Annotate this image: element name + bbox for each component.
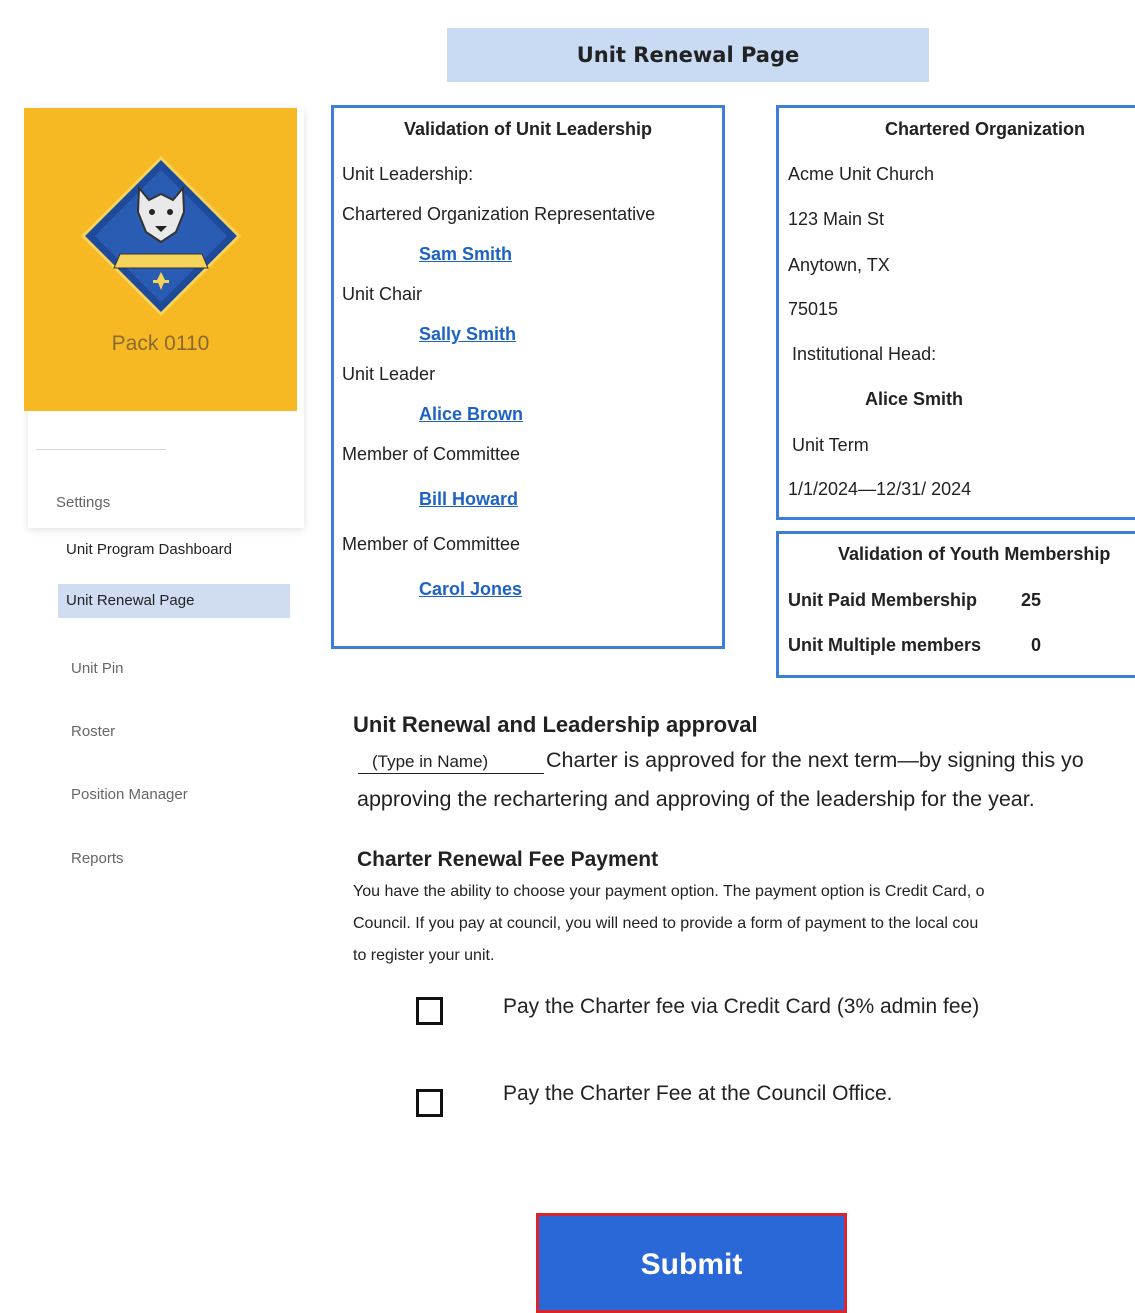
- chartered-org-title: Chartered Organization: [884, 119, 1086, 139]
- page-title: Unit Renewal Page: [576, 43, 800, 67]
- signature-name-field[interactable]: (Type in Name): [358, 749, 544, 774]
- role-label: Member of Committee: [342, 534, 521, 554]
- leader-name-link[interactable]: Carol Jones: [419, 579, 522, 600]
- unit-term-value: 1/1/2024—12/31/ 2024: [788, 479, 972, 499]
- leader-name-link[interactable]: Sam Smith: [419, 244, 512, 265]
- sidebar-item-unit-program-dashboard[interactable]: Unit Program Dashboard: [66, 541, 232, 558]
- leadership-title: Validation of Unit Leadership: [403, 119, 653, 139]
- multiple-members-value: 0: [1031, 635, 1042, 655]
- cub-scouts-logo: [80, 155, 242, 317]
- approval-text-line1: Charter is approved for the next term—by…: [546, 748, 1084, 772]
- unit-term-label: Unit Term: [792, 435, 869, 455]
- unit-name: Pack 0110: [111, 332, 210, 355]
- sidebar-item-unit-pin[interactable]: Unit Pin: [71, 660, 124, 677]
- paid-membership-value: 25: [1021, 590, 1042, 610]
- fee-title: Charter Renewal Fee Payment: [357, 848, 659, 871]
- sidebar-item-roster[interactable]: Roster: [71, 723, 115, 740]
- fee-text-line1: You have the ability to choose your paym…: [353, 883, 985, 900]
- org-city: Anytown, TX: [788, 255, 890, 275]
- council-office-checkbox[interactable]: [416, 1089, 443, 1117]
- approval-title: Unit Renewal and Leadership approval: [353, 712, 758, 737]
- sidebar-item-position-manager[interactable]: Position Manager: [71, 786, 188, 803]
- sidebar-item-reports[interactable]: Reports: [71, 850, 124, 867]
- fee-text-line3: to register your unit.: [353, 947, 495, 964]
- credit-card-checkbox[interactable]: [416, 997, 443, 1025]
- credit-card-option-label: Pay the Charter fee via Credit Card (3% …: [503, 995, 980, 1018]
- role-label: Chartered Organization Representative: [342, 204, 656, 224]
- approval-text-line2: approving the rechartering and approving…: [357, 787, 1035, 811]
- leader-name-link[interactable]: Alice Brown: [419, 404, 523, 425]
- org-zip: 75015: [788, 299, 839, 319]
- sidebar-divider: [36, 449, 166, 450]
- youth-membership-title: Validation of Youth Membership: [838, 544, 1111, 564]
- org-name: Acme Unit Church: [788, 164, 935, 184]
- fee-text-line2: Council. If you pay at council, you will…: [353, 915, 979, 932]
- signature-name-placeholder: (Type in Name): [372, 752, 489, 771]
- role-label: Member of Committee: [342, 444, 521, 464]
- institutional-head-label: Institutional Head:: [792, 344, 937, 364]
- unit-card: [24, 108, 297, 411]
- submit-button-label: Submit: [640, 1248, 743, 1281]
- paid-membership-label: Unit Paid Membership: [788, 590, 978, 610]
- institutional-head-name: Alice Smith: [865, 389, 964, 409]
- role-label: Unit Chair: [342, 284, 423, 304]
- council-office-option-label: Pay the Charter Fee at the Council Offic…: [503, 1082, 893, 1105]
- leader-name-link[interactable]: Sally Smith: [419, 324, 516, 345]
- multiple-members-label: Unit Multiple members: [788, 635, 982, 655]
- page-header: Unit Renewal Page: [447, 28, 929, 82]
- role-label: Unit Leader: [342, 364, 436, 384]
- sidebar-item-unit-renewal-page[interactable]: Unit Renewal Page: [66, 592, 194, 609]
- submit-button[interactable]: Submit: [536, 1213, 847, 1313]
- org-street: 123 Main St: [788, 209, 885, 229]
- leader-name-link[interactable]: Bill Howard: [419, 489, 518, 510]
- leadership-intro: Unit Leadership:: [342, 164, 474, 184]
- sidebar-settings-label: Settings: [56, 494, 111, 511]
